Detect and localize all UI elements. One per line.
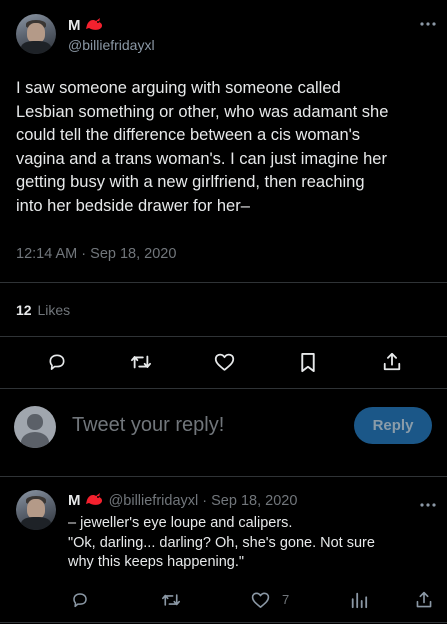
likes-count[interactable]: 12 Likes [16, 302, 70, 318]
reply-separator: · [202, 492, 208, 509]
retweet-icon[interactable] [160, 590, 182, 610]
red-bird-icon [85, 16, 105, 36]
divider [0, 282, 447, 283]
heart-icon[interactable] [213, 351, 235, 373]
likes-number: 12 [16, 302, 32, 318]
divider [0, 476, 447, 477]
reply-text-line: "Ok, darling... darling? Oh, she's gone.… [68, 534, 375, 551]
reply-button[interactable]: Reply [354, 407, 432, 444]
reply-author-handle[interactable]: @billiefridayxl [109, 493, 199, 509]
reply-text: – jeweller's eye loupe and calipers. "Ok… [68, 514, 438, 573]
tweet-timestamp[interactable]: 12:14 AM · Sep 18, 2020 [16, 246, 176, 262]
analytics-icon[interactable] [349, 590, 369, 610]
likes-label: Likes [37, 302, 71, 318]
tweet-text: I saw someone arguing with someone calle… [16, 77, 436, 218]
reply-author-avatar[interactable] [16, 490, 56, 530]
reply-author-name[interactable]: M [68, 492, 81, 509]
share-icon[interactable] [381, 350, 403, 374]
heart-icon[interactable] [250, 590, 270, 610]
reply-header: M @billiefridayxl · Sep 18, 2020 [68, 491, 297, 511]
red-bird-icon [85, 491, 105, 511]
author-avatar[interactable] [16, 14, 56, 54]
reply-like-count[interactable]: 7 [282, 592, 289, 607]
tweet-text-line: could tell the difference between a cis … [16, 126, 361, 144]
tweet-text-line: into her bedside drawer for her– [16, 196, 250, 215]
reply-icon[interactable] [70, 590, 90, 610]
reply-text-line: – jeweller's eye loupe and calipers. [68, 515, 293, 531]
tweet-text-line: I saw someone arguing with someone calle… [16, 79, 341, 97]
more-icon[interactable] [420, 495, 436, 511]
reply-icon[interactable] [46, 351, 68, 373]
tweet-text-line: getting busy with a new girlfriend, then… [16, 173, 365, 191]
current-user-avatar[interactable] [14, 406, 56, 448]
reply-text-line: why this keeps happening." [68, 554, 245, 570]
tweet-text-line: Lesbian something or other, who was adam… [16, 102, 389, 121]
bookmark-icon[interactable] [297, 351, 319, 373]
more-icon[interactable] [420, 14, 436, 30]
author-handle[interactable]: @billiefridayxl [68, 37, 155, 53]
reply-input[interactable]: Tweet your reply! [72, 414, 224, 437]
retweet-icon[interactable] [129, 351, 153, 373]
author-name[interactable]: M [68, 16, 105, 36]
share-icon[interactable] [414, 589, 434, 611]
tweet-text-line: vagina and a trans woman's. I can just i… [16, 149, 387, 168]
reply-date[interactable]: Sep 18, 2020 [211, 493, 297, 509]
divider [0, 622, 447, 623]
divider [0, 388, 447, 389]
divider [0, 336, 447, 337]
